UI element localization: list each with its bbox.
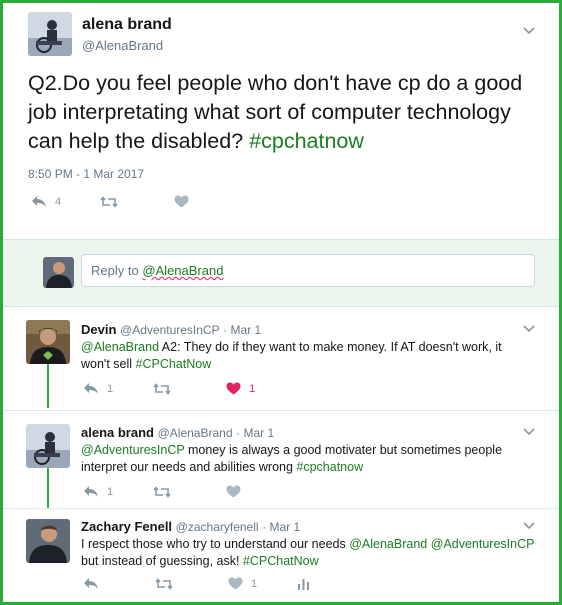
heart-icon	[174, 195, 189, 208]
tweet-actions: 1 1	[83, 382, 255, 395]
author-handle[interactable]: @zacharyfenell	[176, 520, 259, 534]
reply-compose-area: Reply to @AlenaBrand	[3, 239, 559, 307]
chevron-down-icon[interactable]	[523, 325, 535, 333]
tweet-actions: 1	[83, 485, 241, 498]
author-name[interactable]: alena brand	[82, 16, 172, 34]
author-line: alena brand @AlenaBrand · Mar 1	[81, 425, 274, 440]
reply-count: 1	[107, 382, 114, 395]
reply-count: 1	[107, 485, 114, 498]
retweet-button[interactable]	[153, 382, 171, 395]
timestamp[interactable]: 8:50 PM - 1 Mar 2017	[28, 167, 144, 181]
retweet-icon	[153, 382, 171, 395]
tweet-body: I respect those who try to understand ou…	[81, 537, 350, 551]
tweet-text: I respect those who try to understand ou…	[81, 536, 541, 570]
avatar[interactable]	[28, 12, 72, 56]
thread-connector	[47, 364, 49, 408]
reply-icon	[32, 196, 46, 207]
reply-count: 4	[55, 195, 62, 208]
reply-placeholder: Reply to	[91, 263, 143, 278]
avatar[interactable]	[26, 320, 70, 364]
thread-connector	[47, 468, 49, 509]
chevron-down-icon[interactable]	[523, 27, 535, 35]
author-line: Devin @AdventuresInCP · Mar 1	[81, 322, 261, 337]
mention-link[interactable]: @AdventuresInCP	[81, 443, 185, 457]
main-tweet: alena brand @AlenaBrand Q2.Do you feel p…	[3, 3, 559, 239]
reply-button[interactable]	[83, 577, 99, 590]
tweet-text: @AlenaBrand A2: They do if they want to …	[81, 339, 531, 373]
heart-icon	[226, 382, 241, 395]
retweet-icon	[100, 195, 118, 208]
retweet-icon	[155, 577, 173, 590]
tweet-text: @AdventuresInCP money is always a good m…	[81, 442, 531, 476]
retweet-button[interactable]	[155, 577, 173, 590]
like-button[interactable]: 1	[226, 382, 255, 395]
reply-icon	[84, 383, 98, 394]
analytics-icon	[298, 578, 310, 590]
tweet-body: but instead of guessing, ask!	[81, 554, 243, 568]
hashtag-link[interactable]: #CPChatNow	[136, 357, 212, 371]
tweet-thread: alena brand @AlenaBrand Q2.Do you feel p…	[3, 3, 559, 602]
author-handle[interactable]: @AdventuresInCP	[120, 323, 220, 337]
tweet-text: Q2.Do you feel people who don't have cp …	[28, 69, 538, 156]
mention-link[interactable]: @AlenaBrand	[81, 340, 159, 354]
retweet-icon	[153, 485, 171, 498]
reply-button[interactable]: 1	[83, 485, 113, 498]
author-name[interactable]: alena brand	[81, 425, 154, 440]
author-name[interactable]: Zachary Fenell	[81, 519, 172, 534]
reply-tweet[interactable]: alena brand @AlenaBrand · Mar 1 @Adventu…	[3, 411, 559, 509]
reply-icon	[84, 578, 98, 589]
avatar[interactable]	[26, 424, 70, 468]
reply-tweet[interactable]: Zachary Fenell @zacharyfenell · Mar 1 I …	[3, 509, 559, 602]
current-user-avatar	[43, 257, 74, 288]
retweet-button[interactable]	[100, 195, 118, 208]
reply-icon	[84, 486, 98, 497]
tweet-date[interactable]: · Mar 1	[236, 426, 274, 440]
avatar[interactable]	[26, 519, 70, 563]
tweet-actions: 1	[83, 577, 310, 590]
like-count: 1	[249, 382, 256, 395]
reply-input[interactable]: Reply to @AlenaBrand	[81, 254, 535, 287]
hashtag-link[interactable]: #cpchatnow	[249, 129, 364, 153]
like-button[interactable]	[226, 485, 241, 498]
analytics-button[interactable]	[297, 578, 310, 590]
heart-icon	[228, 577, 243, 590]
tweet-actions: 4	[31, 195, 189, 208]
author-name[interactable]: Devin	[81, 322, 116, 337]
reply-button[interactable]: 1	[83, 382, 113, 395]
heart-icon	[226, 485, 241, 498]
hashtag-link[interactable]: #cpchatnow	[296, 460, 363, 474]
author-line: Zachary Fenell @zacharyfenell · Mar 1	[81, 519, 300, 534]
reply-mention: @AlenaBrand	[142, 263, 224, 278]
author-handle[interactable]: @AlenaBrand	[82, 38, 163, 53]
tweet-date[interactable]: · Mar 1	[223, 323, 261, 337]
mention-link[interactable]: @AdventuresInCP	[431, 537, 535, 551]
hashtag-link[interactable]: #CPChatNow	[243, 554, 319, 568]
chevron-down-icon[interactable]	[523, 522, 535, 530]
like-count: 1	[251, 577, 258, 590]
retweet-button[interactable]	[153, 485, 171, 498]
mention-link[interactable]: @AlenaBrand	[349, 537, 427, 551]
tweet-date[interactable]: · Mar 1	[262, 520, 300, 534]
author-handle[interactable]: @AlenaBrand	[158, 426, 233, 440]
reply-button[interactable]: 4	[31, 195, 61, 208]
chevron-down-icon[interactable]	[523, 428, 535, 436]
reply-tweet[interactable]: Devin @AdventuresInCP · Mar 1 @AlenaBran…	[3, 308, 559, 410]
like-button[interactable]: 1	[228, 577, 257, 590]
like-button[interactable]	[174, 195, 189, 208]
